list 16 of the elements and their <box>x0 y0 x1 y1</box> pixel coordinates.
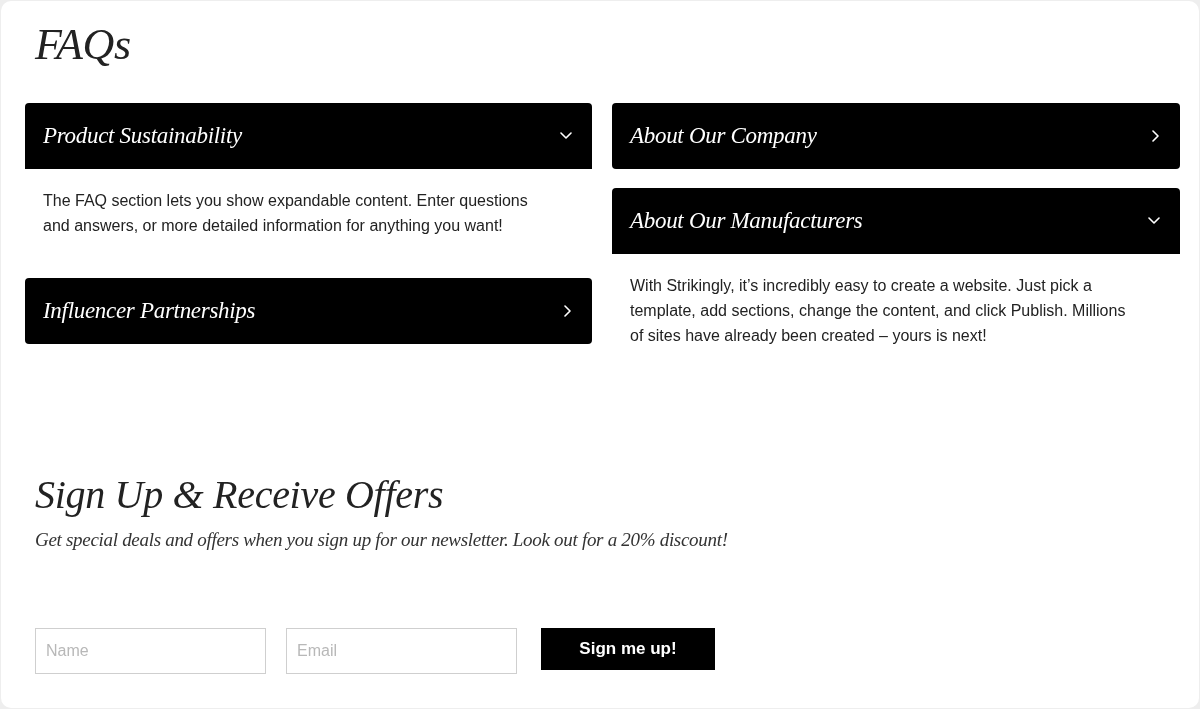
submit-button[interactable]: Sign me up! <box>541 628 715 670</box>
section-heading: Sign Up & Receive Offers <box>35 471 445 519</box>
faq-answer: The FAQ section lets you show expandable content. Enter questions and answers, or more detailed information for anything you want! <box>42 191 529 236</box>
accordion-header[interactable]: Product Sustainability <box>25 103 592 169</box>
accordion-header[interactable]: Influencer Partnerships <box>25 278 592 344</box>
input-field[interactable]: Email <box>286 628 517 674</box>
section-heading: FAQs <box>35 19 132 71</box>
chevron-right-icon <box>564 305 572 317</box>
section-subtitle: Get special deals and offers when you sign up for our newsletter. Look out for a 20% discount! <box>35 528 729 552</box>
faq-answer: With Strikingly, it’s incredibly easy to create a website. Just pick a template, add sections, change the content, and click Publish. Millions of sites have already been created – yours is next! <box>629 276 1127 346</box>
chevron-down-icon <box>560 132 572 140</box>
chevron-down-icon <box>1148 217 1160 225</box>
accordion-header[interactable]: About Our Company <box>612 103 1180 169</box>
chevron-right-icon <box>1152 130 1160 142</box>
accordion-header[interactable]: About Our Manufacturers <box>612 188 1180 254</box>
input-field[interactable]: Name <box>35 628 266 674</box>
